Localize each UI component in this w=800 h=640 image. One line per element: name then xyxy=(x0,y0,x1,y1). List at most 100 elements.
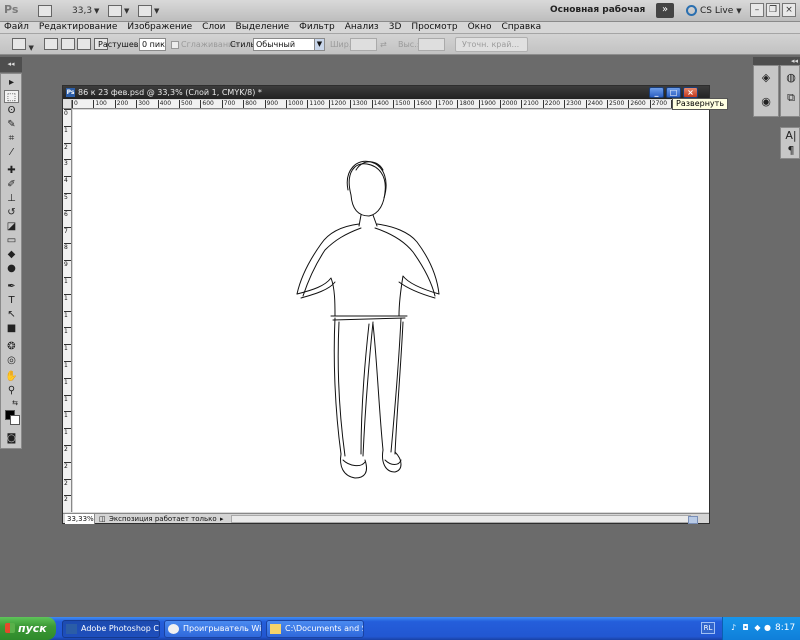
photoshop-logo: Ps xyxy=(4,3,19,16)
move-tool[interactable]: ▸ xyxy=(4,76,19,89)
doc-maximize-button[interactable]: □ xyxy=(666,87,681,98)
menu-file[interactable]: Файл xyxy=(4,22,29,33)
task-explorer[interactable]: C:\Documents and Se... xyxy=(266,620,364,638)
ruler-tick-label: 1 xyxy=(64,394,71,403)
doc-minimize-button[interactable]: _ xyxy=(649,87,664,98)
adjustments-icon[interactable]: ◉ xyxy=(757,94,775,110)
shape-tool[interactable]: ■ xyxy=(4,322,19,335)
status-info-text: Экспозиция работает только в ... xyxy=(109,515,219,523)
background-color-swatch[interactable] xyxy=(10,415,20,425)
launch-bridge-button[interactable] xyxy=(38,3,52,18)
character-icon[interactable]: A| xyxy=(782,128,800,144)
subtract-selection-icon[interactable] xyxy=(77,38,92,50)
update-icon[interactable]: ● xyxy=(763,623,772,633)
menu-3d[interactable]: 3D xyxy=(389,22,402,33)
brush-tool[interactable]: ✐ xyxy=(4,178,19,191)
menu-image[interactable]: Изображение xyxy=(127,22,192,33)
stamp-tool[interactable]: ⊥ xyxy=(4,192,19,205)
doc-close-button[interactable]: × xyxy=(683,87,698,98)
zoom-tool[interactable]: ⚲ xyxy=(4,384,19,397)
channels-icon[interactable]: ⧉ xyxy=(782,90,800,106)
language-indicator[interactable]: RL xyxy=(701,622,715,634)
right-panels-header[interactable]: ◂◂ xyxy=(753,57,800,65)
chevron-down-icon: ▼ xyxy=(736,6,742,15)
menu-layer[interactable]: Слои xyxy=(202,22,225,33)
menu-select[interactable]: Выделение xyxy=(236,22,290,33)
height-input[interactable] xyxy=(418,38,445,51)
quick-select-tool[interactable]: ✎ xyxy=(4,118,19,131)
menu-filter[interactable]: Фильтр xyxy=(299,22,335,33)
blur-tool[interactable]: ◆ xyxy=(4,248,19,261)
chevron-down-icon: ▼ xyxy=(94,6,100,15)
menu-edit[interactable]: Редактирование xyxy=(39,22,118,33)
speaker-icon[interactable]: ♪ xyxy=(729,623,738,633)
app-restore-button[interactable]: ❐ xyxy=(766,3,780,17)
zoom-level-dropdown[interactable]: 33,3 ▼ xyxy=(72,3,99,18)
start-button[interactable]: пуск xyxy=(0,617,56,640)
masks-icon[interactable]: ◍ xyxy=(782,70,800,86)
cs-live-button[interactable]: CS Live ▼ xyxy=(686,3,742,18)
antialias-checkbox[interactable]: Сглаживание xyxy=(171,38,238,51)
style-select[interactable]: Обычный ▼ xyxy=(253,38,325,51)
swap-dimensions-icon[interactable]: ⇄ xyxy=(380,38,387,51)
media-player-icon xyxy=(168,624,179,634)
scrollbar-thumb[interactable] xyxy=(688,516,698,524)
new-selection-icon[interactable] xyxy=(44,38,58,50)
tool-preset-picker[interactable]: ▼ xyxy=(12,38,34,52)
task-photoshop[interactable]: Adobe Photoshop CS... xyxy=(62,620,160,638)
width-input[interactable] xyxy=(350,38,377,51)
network-icon[interactable]: ◘ xyxy=(741,623,750,633)
ruler-tick-label: 8 xyxy=(64,243,71,251)
horizontal-scrollbar[interactable] xyxy=(231,515,698,524)
shield-icon[interactable]: ◆ xyxy=(753,623,762,633)
hand-tool[interactable]: ✋ xyxy=(4,370,19,383)
marquee-tool[interactable]: ⬚ xyxy=(4,90,19,103)
feather-input[interactable]: 0 пикс xyxy=(139,38,166,51)
history-brush-tool[interactable]: ↺ xyxy=(4,206,19,219)
menu-view[interactable]: Просмотр xyxy=(411,22,457,33)
app-close-button[interactable]: × xyxy=(782,3,796,17)
path-select-tool[interactable]: ↖ xyxy=(4,308,19,321)
gradient-tool[interactable]: ▭ xyxy=(4,234,19,247)
workspace-expand-button[interactable]: » xyxy=(656,3,674,18)
type-tool[interactable]: T xyxy=(4,294,19,307)
paragraph-icon[interactable]: ¶ xyxy=(782,143,800,159)
app-minimize-button[interactable]: – xyxy=(750,3,764,17)
eyedropper-tool[interactable]: ⁄ xyxy=(4,146,19,159)
3d-rotate-tool[interactable]: ❂ xyxy=(4,340,19,353)
arrange-documents-dropdown[interactable]: ▼ xyxy=(138,3,159,18)
status-menu-arrow-icon[interactable]: ▸ xyxy=(220,514,224,524)
refine-edge-button[interactable]: Уточн. край... xyxy=(455,37,528,52)
ruler-tick-label: 600 xyxy=(200,100,214,108)
lasso-tool[interactable]: ʘ xyxy=(4,104,19,117)
menu-help[interactable]: Справка xyxy=(501,22,541,33)
workspace-switcher[interactable]: Основная рабочая среда xyxy=(550,3,650,30)
status-zoom-input[interactable]: 33,33% xyxy=(65,514,95,524)
healing-tool[interactable]: ✚ xyxy=(4,164,19,177)
ruler-origin[interactable] xyxy=(63,100,72,109)
ruler-tick-label: 1900 xyxy=(478,100,496,108)
tools-panel-header[interactable]: ◂◂ xyxy=(0,57,22,72)
crop-tool[interactable]: ⌗ xyxy=(4,132,19,145)
view-extras-dropdown[interactable]: ▼ xyxy=(108,3,129,18)
right-panel-dock-b: ◍ ⧉ xyxy=(780,65,800,117)
figure-sketch xyxy=(296,160,440,479)
quick-mask-tool[interactable]: ◙ xyxy=(4,432,19,445)
document-titlebar[interactable]: Ps 86 к 23 фев.psd @ 33,3% (Слой 1, CMYK… xyxy=(63,86,709,99)
document-canvas[interactable] xyxy=(73,110,709,512)
eraser-tool[interactable]: ◪ xyxy=(4,220,19,233)
layers-icon[interactable]: ◈ xyxy=(757,70,775,86)
pen-tool[interactable]: ✒ xyxy=(4,280,19,293)
task-media-player[interactable]: Проигрыватель Win... xyxy=(164,620,262,638)
dodge-tool[interactable]: ● xyxy=(4,262,19,275)
document-status-bar: 33,33% ◫ Экспозиция работает только в ..… xyxy=(63,513,709,524)
add-selection-icon[interactable] xyxy=(60,38,75,50)
ruler-tick-label: 1 xyxy=(64,277,71,285)
menu-analysis[interactable]: Анализ xyxy=(345,22,379,33)
ruler-tick-label: 0 xyxy=(72,100,78,108)
3d-orbit-tool[interactable]: ◎ xyxy=(4,354,19,367)
menu-window[interactable]: Окно xyxy=(468,22,492,33)
swap-colors-tool[interactable]: ⇆ xyxy=(9,398,21,408)
vertical-ruler[interactable]: 0 1 2 3 4 5 6 7 8 9 1 1 1 1 1 1 1 1 1 1 2 2 2 2 xyxy=(63,109,72,512)
horizontal-ruler[interactable]: 0 100 200 300 400 500 600 700 800 900 1000 1100 1200… xyxy=(72,100,709,109)
